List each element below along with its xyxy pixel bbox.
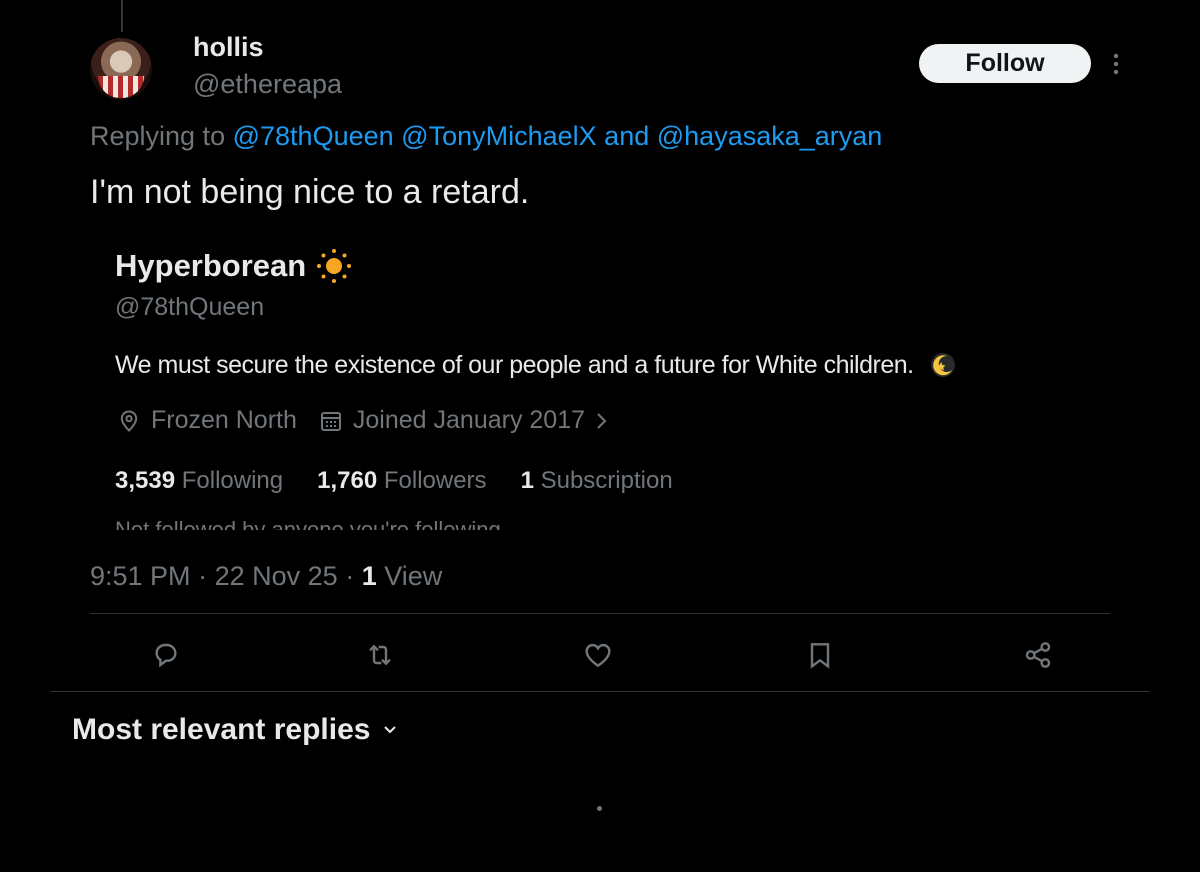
calendar-icon — [320, 411, 341, 431]
action-bar-divider-top — [90, 613, 1110, 614]
reply-icon — [155, 643, 177, 668]
more-options-icon[interactable] — [1106, 50, 1126, 78]
location-pin-icon — [120, 409, 138, 432]
timestamp-separator-1: · — [198, 561, 208, 591]
card-bio-text: We must secure the existence of our peop… — [115, 350, 914, 379]
card-followers-stat[interactable]: 1,760 Followers — [317, 467, 486, 495]
author-display-name[interactable]: hollis — [193, 32, 264, 63]
like-button[interactable] — [576, 633, 620, 677]
card-joined-text: Joined January 2017 — [352, 406, 586, 434]
card-following-stat[interactable]: 3,539 Following — [115, 467, 283, 495]
card-location: Frozen North — [117, 406, 297, 435]
retweet-icon — [369, 644, 391, 666]
sun-emoji-icon — [317, 249, 352, 283]
mention-link-3[interactable]: @hayasaka_aryan — [657, 121, 883, 151]
follow-button[interactable]: Follow — [919, 44, 1091, 83]
following-count: 3,539 — [115, 467, 176, 494]
tweet-time[interactable]: 9:51 PM — [90, 561, 191, 591]
card-followed-by-text: Not followed by anyone you're following — [115, 517, 501, 530]
subscription-label: Subscription — [540, 467, 673, 494]
tweet-timestamp: 9:51 PM · 22 Nov 25 · 1 View — [90, 561, 442, 592]
card-profile-meta: Frozen North Joined January 2017 — [117, 406, 633, 435]
reply-button[interactable] — [144, 633, 188, 677]
loading-indicator — [597, 806, 602, 811]
share-icon — [1025, 642, 1051, 668]
card-profile-stats: 3,539 Following 1,760 Followers 1 Subscr… — [115, 467, 707, 495]
card-name-text: Hyperborean — [115, 248, 307, 283]
embedded-profile-card[interactable]: Hyperborean @78thQueen We must secure th… — [115, 240, 1075, 530]
followers-count: 1,760 — [317, 467, 378, 494]
followers-label: Followers — [383, 467, 487, 494]
chevron-down-icon — [384, 726, 397, 734]
card-profile-name[interactable]: Hyperborean — [115, 248, 352, 284]
replies-divider — [50, 691, 1150, 692]
thread-connector-line — [121, 0, 123, 32]
chevron-right-icon — [597, 412, 607, 429]
timestamp-separator-2: · — [345, 561, 355, 591]
view-label: View — [384, 561, 443, 591]
replying-to-prefix: Replying to — [90, 121, 226, 151]
card-profile-handle[interactable]: @78thQueen — [115, 293, 264, 322]
mention-link-2[interactable]: @TonyMichaelX — [401, 121, 597, 151]
card-joined[interactable]: Joined January 2017 — [319, 406, 611, 435]
reply-sort-label: Most relevant replies — [72, 713, 371, 746]
following-label: Following — [181, 467, 284, 494]
moon-star-emoji-icon — [930, 353, 955, 377]
share-button[interactable] — [1016, 633, 1060, 677]
tweet-text: I'm not being nice to a retard. — [90, 173, 530, 211]
tweet-date[interactable]: 22 Nov 25 — [215, 561, 338, 591]
tweet-action-bar — [90, 633, 1110, 677]
bookmark-icon — [810, 643, 830, 669]
card-subscription-stat[interactable]: 1 Subscription — [521, 467, 673, 495]
replying-to-line: Replying to @78thQueen @TonyMichaelX and… — [90, 121, 882, 152]
author-avatar[interactable] — [90, 38, 152, 100]
like-icon — [585, 643, 611, 668]
mention-and[interactable]: and — [604, 121, 649, 151]
view-count: 1 — [361, 561, 377, 591]
bookmark-button[interactable] — [798, 633, 842, 677]
card-location-text: Frozen North — [151, 406, 297, 434]
author-handle[interactable]: @ethereapa — [193, 69, 342, 100]
reply-sort-dropdown[interactable]: Most relevant replies — [72, 713, 398, 747]
avatar-detail — [98, 76, 144, 98]
retweet-button[interactable] — [358, 633, 402, 677]
mention-link-1[interactable]: @78thQueen — [233, 121, 394, 151]
subscription-count: 1 — [520, 467, 534, 494]
card-profile-bio: We must secure the existence of our peop… — [115, 350, 958, 380]
